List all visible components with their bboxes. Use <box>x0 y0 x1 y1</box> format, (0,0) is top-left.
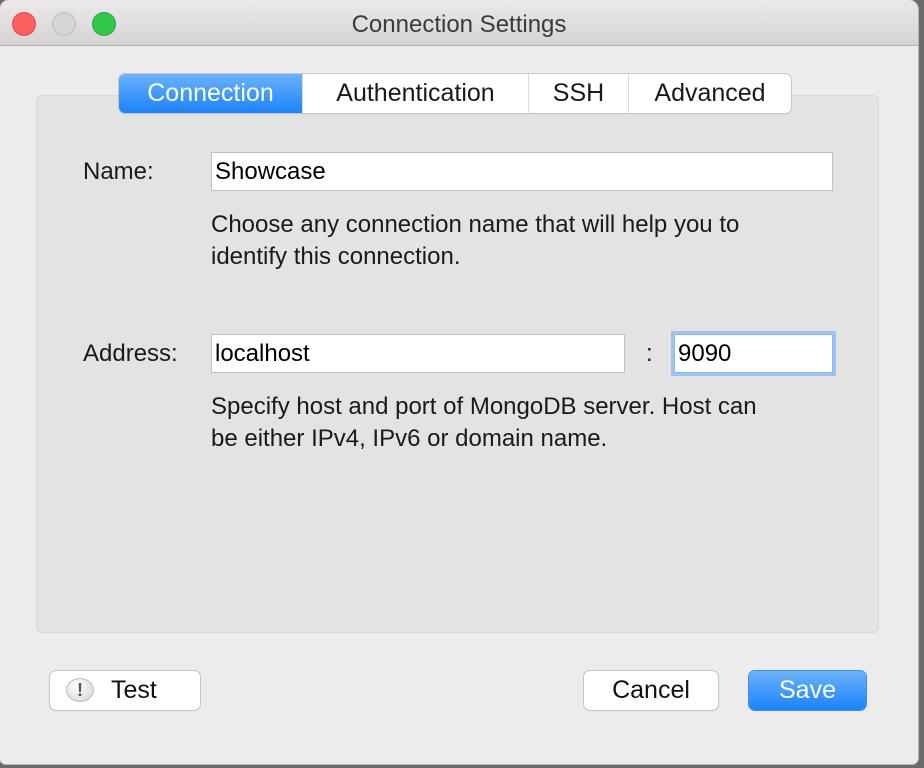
tab-authentication[interactable]: Authentication <box>302 74 528 113</box>
alert-bubble-icon: ! <box>66 678 94 702</box>
connection-settings-window: Connection Settings Connection Authentic… <box>0 0 918 764</box>
address-hint-line-2: be either IPv4, IPv6 or domain name. <box>211 425 608 452</box>
cancel-button[interactable]: Cancel <box>584 671 718 710</box>
port-input[interactable] <box>674 334 833 373</box>
host-port-separator: : <box>646 340 653 367</box>
name-hint-line-2: identify this connection. <box>211 243 461 270</box>
title-bar[interactable]: Connection Settings <box>0 0 918 46</box>
name-label: Name: <box>83 158 154 185</box>
window-title: Connection Settings <box>351 11 567 38</box>
name-hint-line-1: Choose any connection name that will hel… <box>211 211 740 238</box>
test-button[interactable]: ! Test <box>50 671 200 710</box>
address-label: Address: <box>83 340 178 367</box>
name-hint: Choose any connection name that will hel… <box>211 209 739 273</box>
address-hint: Specify host and port of MongoDB server.… <box>211 391 757 455</box>
tab-advanced[interactable]: Advanced <box>628 74 791 113</box>
tab-bar: Connection Authentication SSH Advanced <box>119 74 791 113</box>
address-hint-line-1: Specify host and port of MongoDB server.… <box>211 393 757 420</box>
host-input[interactable] <box>211 334 625 373</box>
test-button-label: Test <box>111 676 157 704</box>
save-button[interactable]: Save <box>749 671 866 710</box>
tab-ssh[interactable]: SSH <box>528 74 628 113</box>
name-input[interactable] <box>211 152 833 191</box>
tab-connection[interactable]: Connection <box>119 74 302 113</box>
